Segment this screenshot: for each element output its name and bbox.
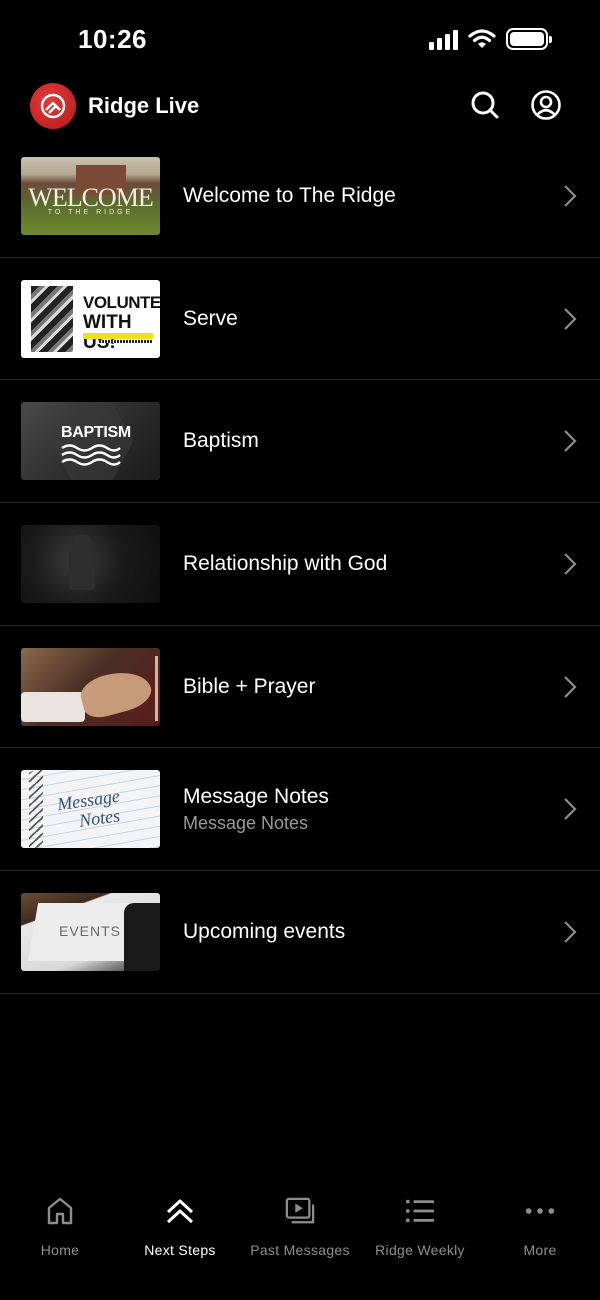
tab-home[interactable]: Home [0, 1180, 120, 1300]
wifi-icon [468, 29, 496, 48]
more-dots-icon [525, 1208, 555, 1214]
list-item-text: Welcome to The Ridge [183, 184, 396, 208]
list-item-title: Message Notes [183, 784, 329, 808]
list-item-message-notes[interactable]: Message Notes Message Notes Message Note… [0, 748, 600, 872]
welcome-thumbnail: WELCOME TO THE RIDGE [21, 156, 160, 235]
list-item-title: Baptism [183, 429, 259, 453]
message-notes-thumbnail: Message Notes [21, 770, 160, 849]
app-title: Ridge Live [88, 93, 200, 118]
battery-icon [506, 28, 552, 50]
list-item-title: Bible + Prayer [183, 674, 316, 698]
video-library-icon [285, 1197, 315, 1224]
tab-label: Past Messages [250, 1242, 350, 1258]
list-item-serve[interactable]: VOLUNTEER WITH US! Serve [0, 258, 600, 381]
chevron-right-icon [564, 185, 577, 207]
thumbnail-text: BAPTISM [61, 424, 131, 442]
status-bar: 10:26 [0, 0, 600, 80]
search-button[interactable] [468, 88, 502, 122]
tab-past-messages[interactable]: Past Messages [240, 1180, 360, 1300]
list-item-title: Serve [183, 306, 238, 330]
list-item-text: Baptism [183, 429, 259, 453]
account-button[interactable] [529, 88, 563, 122]
tab-label: More [523, 1242, 557, 1258]
tab-bar: Home Next Steps Past Messages Ridge Week… [0, 1180, 600, 1300]
list-item-text: Upcoming events [183, 920, 345, 944]
tab-label: Next Steps [144, 1242, 216, 1258]
list-item-text: Bible + Prayer [183, 675, 315, 699]
list-item-title: Relationship with God [183, 551, 388, 575]
events-thumbnail: EVENTS [21, 892, 160, 971]
tab-label: Home [40, 1242, 80, 1258]
chevron-right-icon [564, 553, 577, 575]
chevrons-up-icon [166, 1199, 194, 1224]
tab-ridge-weekly[interactable]: Ridge Weekly [360, 1180, 480, 1300]
search-icon [471, 91, 499, 119]
thumbnail-subtext: TO THE RIDGE [47, 208, 134, 216]
relationship-thumbnail [21, 524, 160, 603]
list-item-subtitle: Message Notes [183, 812, 309, 833]
ridge-logo-icon [30, 83, 76, 129]
list-item-welcome[interactable]: WELCOME TO THE RIDGE Welcome to The Ridg… [0, 135, 600, 258]
chevron-right-icon [564, 675, 577, 698]
list-item-text: Relationship with God [183, 552, 387, 576]
thumbnail-text: VOLUNTEER [83, 292, 160, 312]
list-item-bible-prayer[interactable]: Bible + Prayer [0, 626, 600, 749]
list-item-title: Upcoming events [183, 919, 346, 943]
list-icon [405, 1199, 435, 1223]
chevron-right-icon [564, 921, 577, 943]
thumbnail-text: EVENTS [59, 922, 122, 939]
list-item-text: Serve [183, 307, 238, 331]
cellular-signal-icon [429, 28, 458, 50]
list-item-title: Welcome to The Ridge [183, 183, 396, 207]
baptism-thumbnail: BAPTISM [21, 402, 160, 481]
status-time: 10:26 [78, 24, 147, 54]
waves-icon [61, 444, 121, 466]
chevron-right-icon [564, 798, 577, 821]
chevron-right-icon [564, 307, 577, 330]
list-item-upcoming-events[interactable]: EVENTS Upcoming events [0, 871, 600, 994]
app-header: Ridge Live [0, 80, 600, 134]
chevron-right-icon [564, 430, 577, 452]
next-steps-list: WELCOME TO THE RIDGE Welcome to The Ridg… [0, 135, 600, 994]
tab-label: Ridge Weekly [375, 1242, 465, 1258]
bible-prayer-thumbnail [21, 647, 160, 726]
list-item-relationship[interactable]: Relationship with God [0, 503, 600, 626]
home-icon [47, 1197, 73, 1225]
list-item-text: Message Notes Message Notes [183, 785, 329, 834]
tab-next-steps[interactable]: Next Steps [120, 1180, 240, 1300]
status-icons [429, 28, 552, 50]
list-item-baptism[interactable]: BAPTISM Baptism [0, 380, 600, 504]
account-icon [531, 90, 561, 120]
serve-thumbnail: VOLUNTEER WITH US! [21, 279, 160, 358]
tab-more[interactable]: More [480, 1180, 600, 1300]
